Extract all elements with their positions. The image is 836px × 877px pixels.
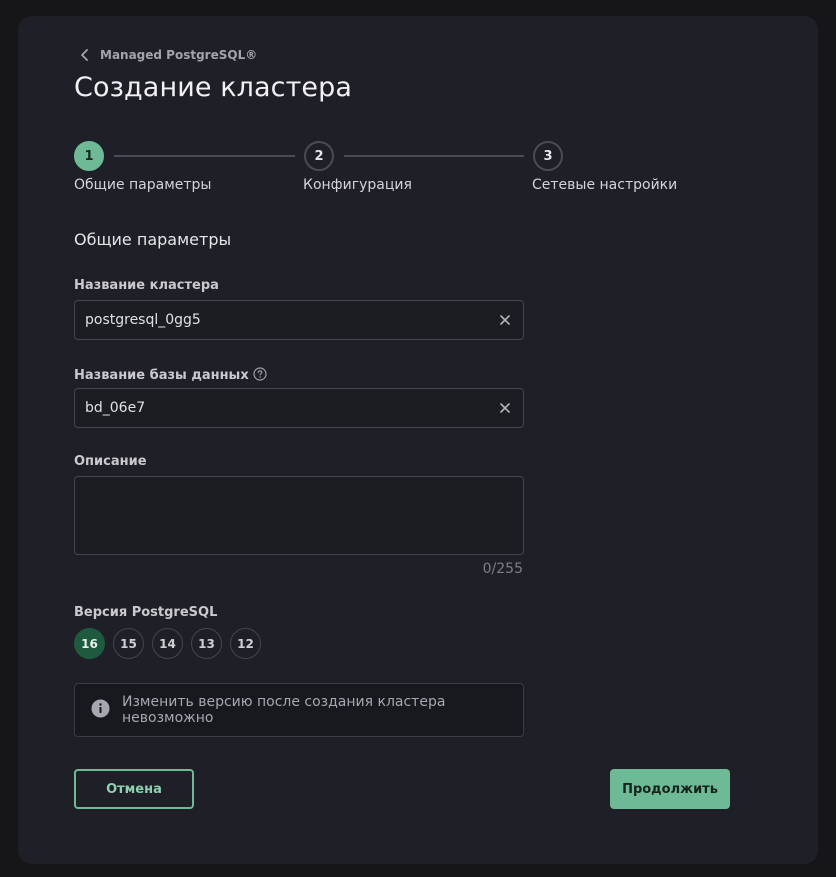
section-title: Общие параметры (74, 230, 232, 249)
step-2-indicator[interactable]: 2 (304, 141, 334, 171)
info-icon (91, 699, 110, 722)
version-option-15[interactable]: 15 (113, 628, 144, 659)
step-1-indicator[interactable]: 1 (74, 141, 104, 171)
description-counter: 0/255 (482, 561, 523, 577)
close-icon[interactable] (497, 312, 513, 328)
continue-button[interactable]: Продолжить (610, 769, 730, 809)
db-name-value: bd_06e7 (85, 400, 146, 416)
version-option-12[interactable]: 12 (230, 628, 261, 659)
help-circle-icon[interactable] (253, 366, 267, 385)
version-option-16[interactable]: 16 (74, 628, 105, 659)
step-2-label: Конфигурация (303, 177, 412, 193)
version-option-14[interactable]: 14 (152, 628, 183, 659)
step-3-indicator[interactable]: 3 (533, 141, 563, 171)
db-name-label-row: Название базы данных (74, 366, 267, 385)
step-3-label: Сетевые настройки (532, 177, 678, 193)
step-connector (114, 155, 295, 157)
step-connector (344, 155, 524, 157)
page-title: Создание кластера (74, 72, 353, 103)
breadcrumb-label: Managed PostgreSQL® (100, 48, 258, 62)
version-label: Версия PostgreSQL (74, 605, 218, 620)
info-text: Изменить версию после создания кластера … (122, 694, 446, 726)
description-label: Описание (74, 454, 147, 469)
chevron-left-icon (80, 49, 90, 61)
close-icon[interactable] (497, 400, 513, 416)
description-textarea[interactable] (74, 476, 524, 555)
cluster-name-label: Название кластера (74, 278, 219, 293)
info-banner: Изменить версию после создания кластера … (74, 683, 524, 737)
cluster-name-value: postgresql_0gg5 (85, 312, 201, 328)
cluster-name-input[interactable]: postgresql_0gg5 (74, 300, 524, 340)
version-option-13[interactable]: 13 (191, 628, 222, 659)
db-name-input[interactable]: bd_06e7 (74, 388, 524, 428)
breadcrumb[interactable]: Managed PostgreSQL® (80, 46, 257, 64)
db-name-label: Название базы данных (74, 368, 249, 383)
step-1-label: Общие параметры (74, 177, 212, 193)
version-selector: 16 15 14 13 12 (74, 628, 261, 659)
cancel-button[interactable]: Отмена (74, 769, 194, 809)
